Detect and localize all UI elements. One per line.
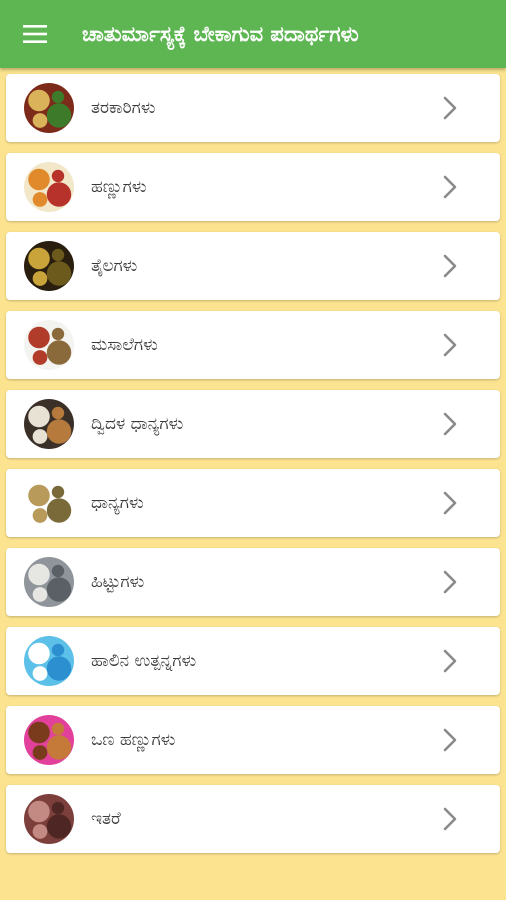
vegetables-thumbnail — [24, 83, 74, 133]
category-label: ಇತರೆ — [91, 809, 121, 829]
chevron-right-icon — [430, 562, 470, 602]
chevron-right-icon — [430, 325, 470, 365]
others-thumbnail — [24, 794, 74, 844]
chevron-right-icon — [430, 404, 470, 444]
category-label: ಹಿಟ್ಟುಗಳು — [91, 572, 145, 592]
category-label: ತರಕಾರಿಗಳು — [91, 98, 156, 118]
category-item-vegetables[interactable]: ತರಕಾರಿಗಳು — [6, 74, 500, 142]
chevron-right-icon — [430, 167, 470, 207]
category-item-oils[interactable]: ತೈಲಗಳು — [6, 232, 500, 300]
category-item-grains[interactable]: ಧಾನ್ಯಗಳು — [6, 469, 500, 537]
app-title: ಚಾತುರ್ಮಾಸ್ಯಕ್ಕೆ ಬೇಕಾಗುವ ಪದಾರ್ಥಗಳು — [82, 21, 359, 46]
dairy-thumbnail — [24, 636, 74, 686]
menu-button[interactable] — [0, 0, 70, 68]
category-label: ಹಾಲಿನ ಉತ್ಪನ್ನಗಳು — [91, 651, 197, 671]
category-item-spices[interactable]: ಮಸಾಲೆಗಳು — [6, 311, 500, 379]
app-bar: ಚಾತುರ್ಮಾಸ್ಯಕ್ಕೆ ಬೇಕಾಗುವ ಪದಾರ್ಥಗಳು — [0, 0, 506, 68]
category-label: ಮಸಾಲೆಗಳು — [91, 335, 158, 355]
chevron-right-icon — [430, 799, 470, 839]
flours-thumbnail — [24, 557, 74, 607]
category-label: ದ್ವಿದಳ ಧಾನ್ಯಗಳು — [91, 414, 184, 434]
grains-thumbnail — [24, 478, 74, 528]
dry-fruits-thumbnail — [24, 715, 74, 765]
category-item-dry-fruits[interactable]: ಒಣ ಹಣ್ಣುಗಳು — [6, 706, 500, 774]
fruits-thumbnail — [24, 162, 74, 212]
category-label: ಹಣ್ಣುಗಳು — [91, 177, 147, 197]
category-item-flours[interactable]: ಹಿಟ್ಟುಗಳು — [6, 548, 500, 616]
category-item-fruits[interactable]: ಹಣ್ಣುಗಳು — [6, 153, 500, 221]
chevron-right-icon — [430, 483, 470, 523]
chevron-right-icon — [430, 88, 470, 128]
category-item-dairy[interactable]: ಹಾಲಿನ ಉತ್ಪನ್ನಗಳು — [6, 627, 500, 695]
category-label: ಒಣ ಹಣ್ಣುಗಳು — [91, 730, 176, 750]
category-item-pulses[interactable]: ದ್ವಿದಳ ಧಾನ್ಯಗಳು — [6, 390, 500, 458]
pulses-thumbnail — [24, 399, 74, 449]
chevron-right-icon — [430, 246, 470, 286]
category-label: ಧಾನ್ಯಗಳು — [91, 493, 144, 513]
spices-thumbnail — [24, 320, 74, 370]
hamburger-menu-icon — [23, 25, 47, 43]
category-label: ತೈಲಗಳು — [91, 256, 138, 276]
chevron-right-icon — [430, 720, 470, 760]
category-item-others[interactable]: ಇತರೆ — [6, 785, 500, 853]
chevron-right-icon — [430, 641, 470, 681]
oils-thumbnail — [24, 241, 74, 291]
